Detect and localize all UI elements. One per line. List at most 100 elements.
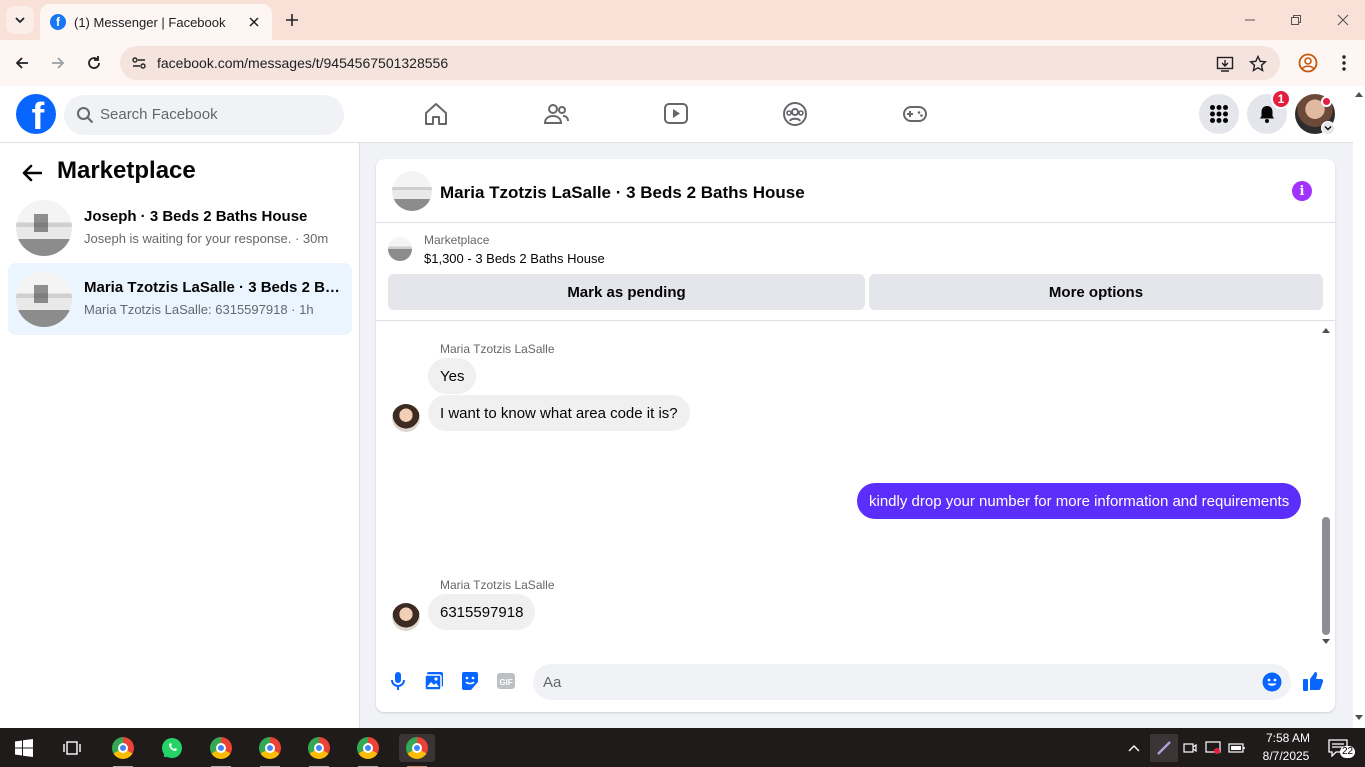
search-placeholder: Search Facebook: [100, 106, 218, 123]
tab-title: (1) Messenger | Facebook: [74, 14, 226, 30]
chrome-profile-taskbar-icon[interactable]: [301, 734, 337, 767]
mark-as-pending-button[interactable]: Mark as pending: [388, 274, 865, 310]
conversation-name: Maria Tzotzis LaSalle · 3 Beds 2 Ba...: [84, 279, 344, 296]
site-settings-icon[interactable]: [130, 54, 148, 72]
address-bar[interactable]: facebook.com/messages/t/9454567501328556: [120, 46, 1280, 80]
message-bubble[interactable]: I want to know what area code it is?: [428, 395, 690, 431]
thumbs-up-icon[interactable]: [1301, 669, 1325, 693]
page-scrollbar[interactable]: [1353, 86, 1365, 728]
chrome-profile-taskbar-icon[interactable]: [203, 734, 239, 767]
microphone-icon[interactable]: [386, 669, 410, 693]
close-tab-icon[interactable]: [246, 14, 262, 30]
listing-thumbnail: [16, 200, 72, 256]
conversation-item-joseph[interactable]: Joseph · 3 Beds 2 Baths House Joseph is …: [8, 192, 352, 264]
forward-button[interactable]: [46, 51, 70, 75]
notification-count-badge: 22: [1340, 746, 1356, 758]
pen-tray-icon[interactable]: [1150, 734, 1178, 762]
whatsapp-taskbar-icon[interactable]: [154, 734, 190, 762]
chat-listing-thumbnail[interactable]: [392, 171, 432, 211]
conversation-preview: Maria Tzotzis LaSalle: 6315597918 · 1h: [84, 302, 314, 317]
close-window-button[interactable]: [1333, 10, 1353, 30]
groups-nav-icon[interactable]: [781, 100, 809, 128]
message-sender: Maria Tzotzis LaSalle: [440, 342, 555, 356]
plus-icon: [286, 14, 298, 26]
back-button[interactable]: [10, 51, 34, 75]
account-chevron-down-icon[interactable]: [1321, 121, 1335, 135]
chat-title[interactable]: Maria Tzotzis LaSalle · 3 Beds 2 Baths H…: [440, 183, 805, 203]
home-nav-icon[interactable]: [422, 100, 450, 128]
sender-avatar[interactable]: [392, 404, 420, 432]
chat-scrollbar-thumb[interactable]: [1322, 517, 1330, 635]
listing-small-thumbnail[interactable]: [388, 237, 412, 261]
search-input[interactable]: Search Facebook: [64, 95, 344, 135]
back-arrow-icon[interactable]: [18, 159, 46, 187]
browser-menu-button[interactable]: [1332, 51, 1356, 75]
browser-toolbar: facebook.com/messages/t/9454567501328556: [0, 40, 1365, 86]
grid-menu-icon: [1210, 105, 1228, 123]
taskbar-time[interactable]: 7:58 AM: [1258, 731, 1318, 745]
display-tray-icon[interactable]: [1203, 734, 1223, 762]
marketplace-sidebar: Marketplace Joseph · 3 Beds 2 Baths Hous…: [0, 143, 360, 728]
chat-header: Maria Tzotzis LaSalle · 3 Beds 2 Baths H…: [376, 159, 1335, 223]
minimize-button[interactable]: [1240, 10, 1260, 30]
new-tab-button[interactable]: [281, 9, 303, 31]
scroll-up-arrow-icon: [1355, 92, 1363, 97]
marketplace-listing-bar: Marketplace $1,300 - 3 Beds 2 Baths Hous…: [376, 223, 1335, 321]
info-icon[interactable]: i: [1292, 181, 1312, 201]
photo-icon[interactable]: [422, 669, 446, 693]
facebook-top-nav: f Search Facebook: [0, 86, 1353, 143]
conversation-item-maria[interactable]: Maria Tzotzis LaSalle · 3 Beds 2 Ba... M…: [8, 263, 352, 335]
arrow-left-icon: [15, 57, 28, 69]
restore-button[interactable]: [1286, 10, 1306, 30]
install-app-icon[interactable]: [1215, 54, 1235, 74]
facebook-favicon-icon: f: [50, 14, 66, 30]
sender-avatar[interactable]: [392, 603, 420, 631]
bookmark-star-icon[interactable]: [1248, 54, 1268, 74]
meet-tray-icon[interactable]: [1180, 734, 1200, 762]
conversation-name: Joseph · 3 Beds 2 Baths House: [84, 208, 308, 225]
chrome-active-taskbar-icon[interactable]: [399, 734, 435, 767]
taskbar-date[interactable]: 8/7/2025: [1254, 749, 1318, 763]
message-input[interactable]: Aa: [533, 664, 1291, 700]
chat-scrollbar[interactable]: [1319, 325, 1333, 647]
battery-tray-icon[interactable]: [1227, 734, 1247, 762]
browser-tab[interactable]: f (1) Messenger | Facebook: [40, 4, 272, 40]
notification-center-icon[interactable]: 22: [1322, 734, 1356, 762]
windows-start-icon[interactable]: [6, 734, 42, 762]
chrome-profile-taskbar-icon[interactable]: [350, 734, 386, 767]
friends-nav-icon[interactable]: [542, 100, 570, 128]
conversation-preview: Joseph is waiting for your response. · 3…: [84, 231, 329, 246]
video-nav-icon[interactable]: [662, 100, 690, 128]
windows-taskbar: 7:58 AM 8/7/2025 22: [0, 728, 1365, 767]
sidebar-title: Marketplace: [57, 157, 196, 184]
message-bubble[interactable]: Yes: [428, 358, 477, 394]
avatar-status-dot: [1321, 96, 1332, 107]
message-bubble[interactable]: 6315597918: [428, 594, 536, 630]
message-input-placeholder: Aa: [543, 674, 562, 691]
outgoing-message-bubble[interactable]: kindly drop your number for more informa…: [857, 483, 1302, 519]
reload-icon: [88, 56, 100, 69]
more-options-button[interactable]: More options: [869, 274, 1323, 310]
profile-button[interactable]: [1296, 51, 1320, 75]
chrome-profile-taskbar-icon[interactable]: [252, 734, 288, 767]
profile-icon: [1298, 53, 1318, 73]
tab-search-button[interactable]: [6, 6, 34, 34]
chevron-down-icon: [15, 17, 25, 24]
reload-button[interactable]: [82, 51, 106, 75]
tray-chevron-up-icon[interactable]: [1124, 734, 1144, 762]
kebab-menu-icon: [1342, 55, 1346, 71]
task-view-icon[interactable]: [54, 734, 90, 762]
scroll-down-arrow-icon: [1322, 639, 1330, 644]
listing-price-title[interactable]: $1,300 - 3 Beds 2 Baths House: [424, 251, 605, 266]
gaming-nav-icon[interactable]: [901, 100, 929, 128]
gif-icon[interactable]: GIF: [494, 669, 518, 693]
listing-thumbnail: [16, 271, 72, 327]
menu-grid-button[interactable]: [1199, 94, 1239, 134]
url-text: facebook.com/messages/t/9454567501328556: [157, 55, 449, 71]
sticker-icon[interactable]: [458, 669, 482, 693]
search-icon: [77, 107, 94, 124]
emoji-icon[interactable]: [1262, 672, 1282, 692]
svg-text:GIF: GIF: [499, 678, 512, 687]
facebook-logo-icon[interactable]: f: [16, 94, 56, 134]
chrome-taskbar-icon[interactable]: [105, 734, 141, 767]
